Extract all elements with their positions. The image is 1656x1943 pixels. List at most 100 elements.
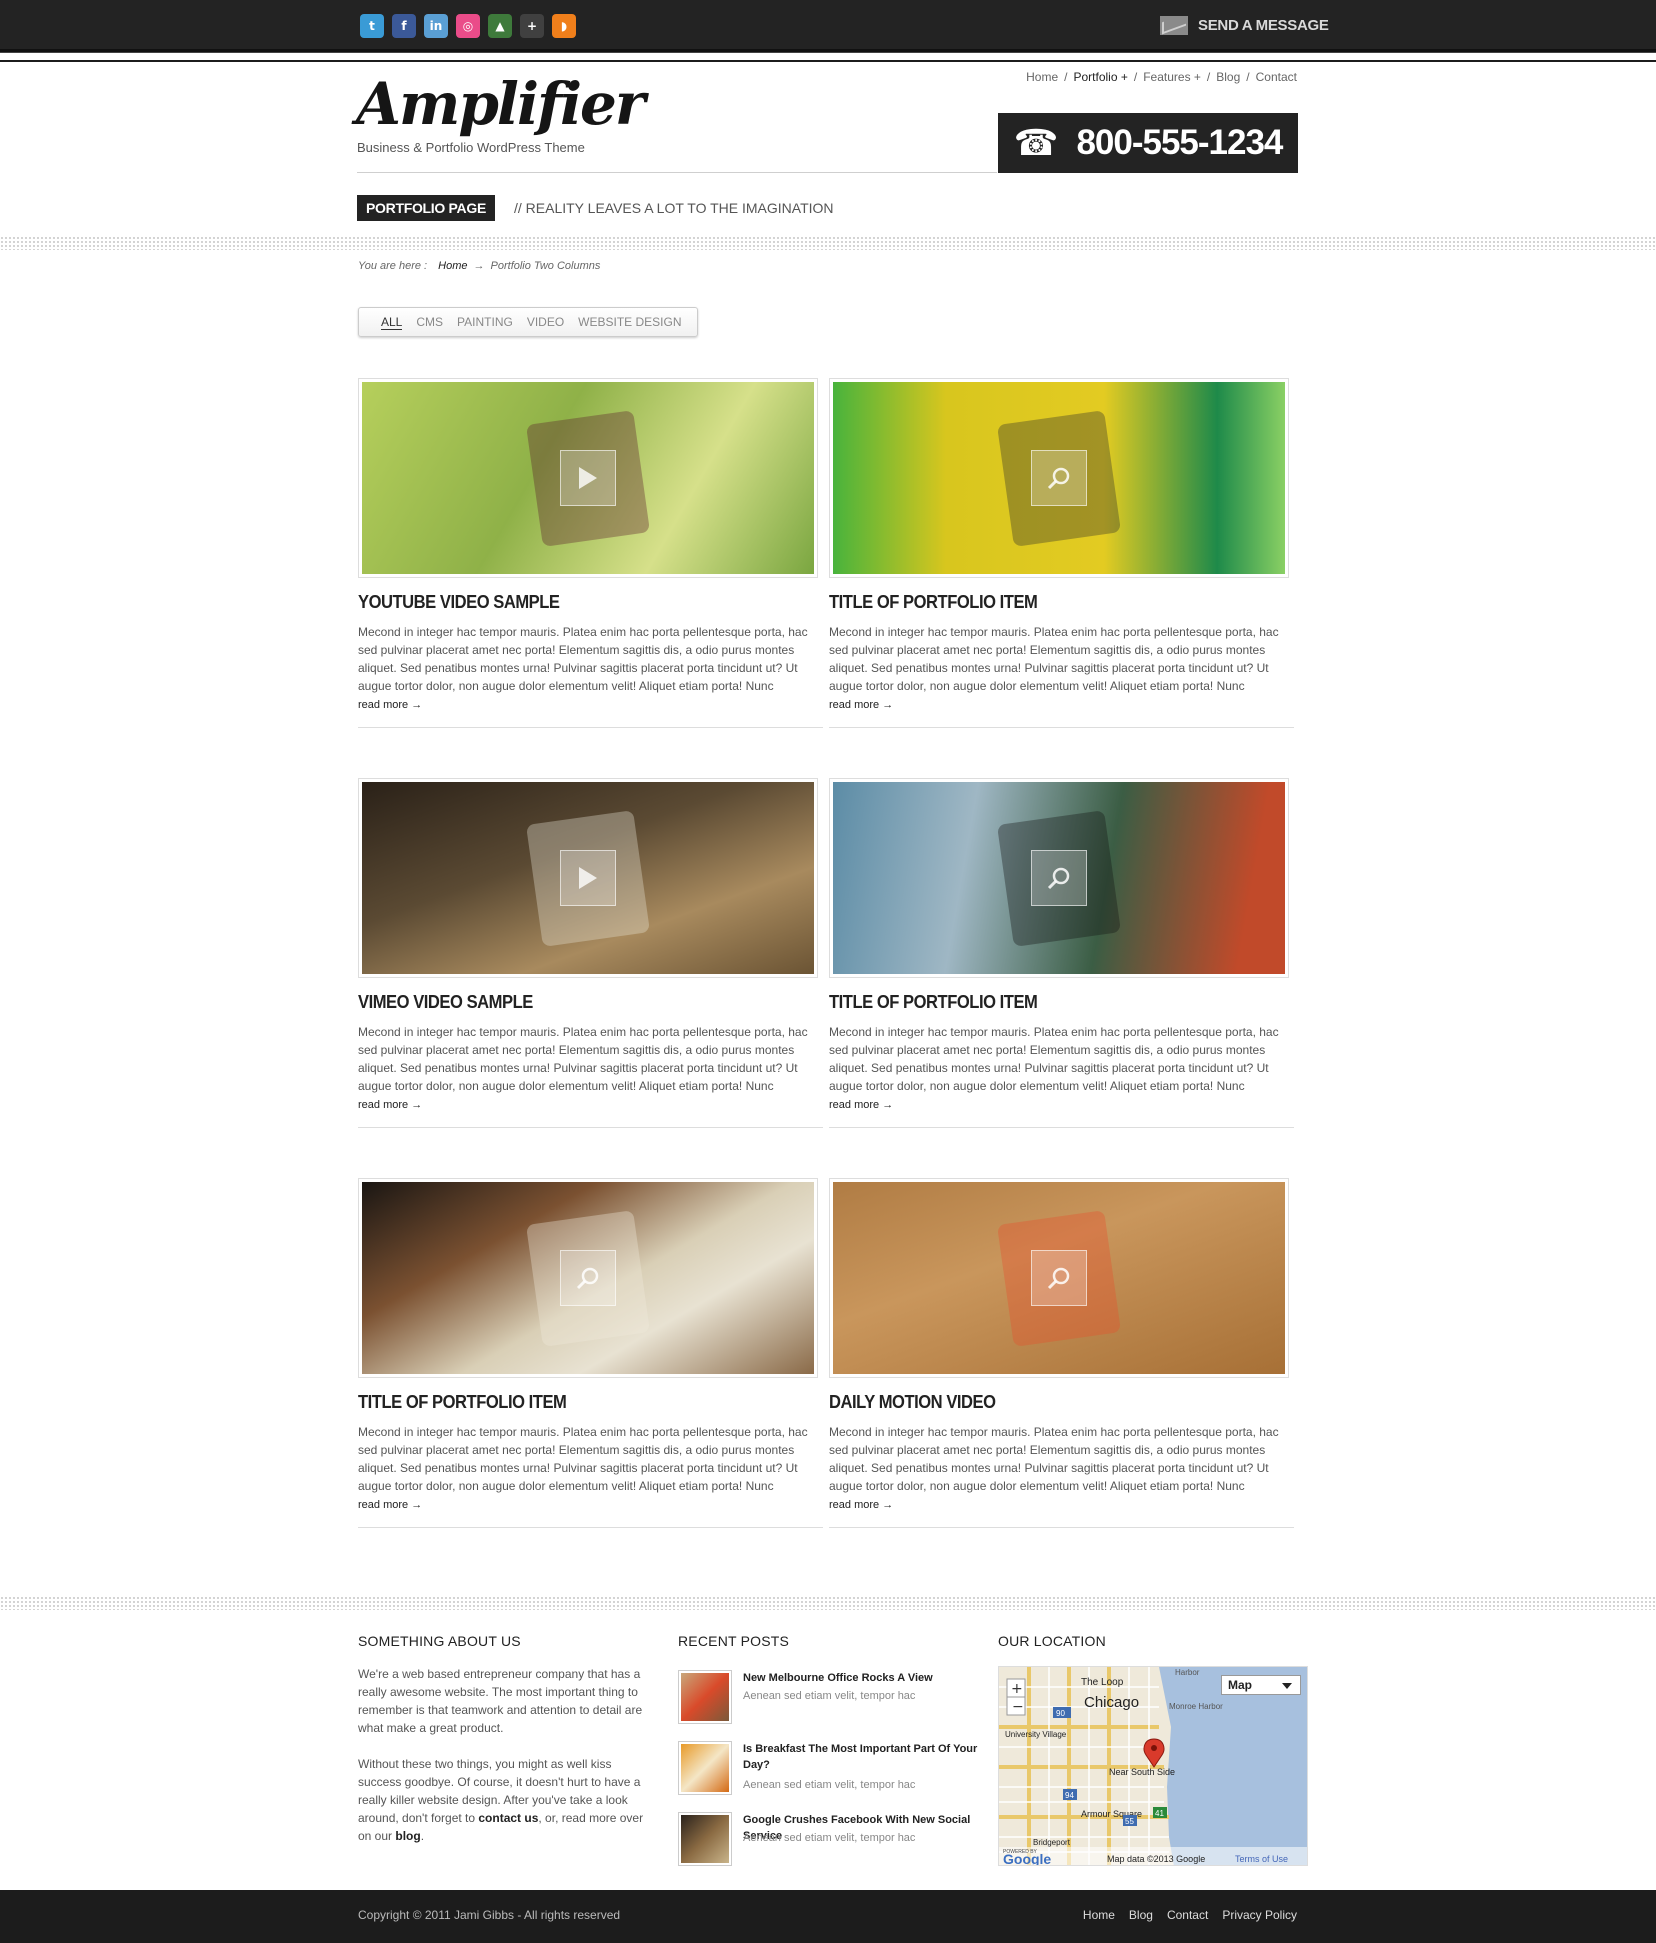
linkedin-icon[interactable]: in	[424, 14, 448, 38]
facebook-icon[interactable]: f	[392, 14, 416, 38]
portfolio-thumbnail[interactable]	[358, 1178, 818, 1378]
recent-post-thumbnail[interactable]	[678, 1741, 732, 1795]
map-label-near-south-side: Near South Side	[1109, 1767, 1175, 1777]
breadcrumb-current: Portfolio Two Columns	[490, 260, 601, 272]
zoom-icon[interactable]	[1031, 1250, 1087, 1306]
footer-link-privacy-policy[interactable]: Privacy Policy	[1222, 1908, 1297, 1922]
recent-post-thumbnail[interactable]	[678, 1812, 732, 1866]
filter-video[interactable]: VIDEO	[527, 315, 564, 329]
twitter-icon[interactable]: t	[360, 14, 384, 38]
footer-link-home[interactable]: Home	[1083, 1908, 1115, 1922]
read-more-link[interactable]: read more →	[358, 1499, 818, 1511]
portfolio-item: TITLE OF PORTFOLIO ITEM Mecond in integer…	[829, 778, 1294, 1128]
map-terms-link: Terms of Use	[1235, 1854, 1288, 1864]
portfolio-item-title[interactable]: TITLE OF PORTFOLIO ITEM	[358, 1392, 781, 1413]
filter-website-design[interactable]: WEBSITE DESIGN	[578, 315, 681, 329]
filter-all[interactable]: ALL	[381, 315, 403, 330]
svg-text:−: −	[1012, 1699, 1024, 1715]
item-divider	[358, 727, 823, 728]
item-divider	[829, 727, 1294, 728]
portfolio-thumbnail[interactable]	[829, 778, 1289, 978]
phone-box: ☎ 800-555-1234	[998, 113, 1298, 173]
item-divider	[829, 1127, 1294, 1128]
nav-item-home[interactable]: Home	[1026, 70, 1058, 84]
page-badge: PORTFOLIO PAGE	[357, 195, 495, 221]
portfolio-image	[362, 1182, 814, 1374]
recent-post: Google Crushes Facebook With New Social …	[678, 1812, 978, 1870]
recent-posts-title: RECENT POSTS	[678, 1633, 790, 1649]
nav-item-blog[interactable]: Blog	[1216, 70, 1240, 84]
send-message-label: Send a Message	[1198, 17, 1329, 34]
nav-item-features[interactable]: Features +	[1143, 70, 1201, 84]
forrst-icon[interactable]: ▲	[488, 14, 512, 38]
location-map[interactable]: The Loop Chicago University Village Near…	[998, 1666, 1308, 1866]
map-highway-94: 94	[1065, 1791, 1074, 1800]
filter-painting[interactable]: PAINTING	[457, 315, 513, 329]
zoom-icon[interactable]	[560, 1250, 616, 1306]
read-more-link[interactable]: read more →	[358, 1099, 818, 1111]
portfolio-image	[833, 382, 1285, 574]
zoom-icon[interactable]	[1031, 850, 1087, 906]
map-label-the-loop: The Loop	[1081, 1677, 1124, 1688]
play-icon[interactable]	[560, 450, 616, 506]
portfolio-thumbnail[interactable]	[358, 378, 818, 578]
portfolio-item: VIMEO VIDEO SAMPLE Mecond in integer hac …	[358, 778, 823, 1128]
recent-post-excerpt: Aenean sed etiam velit, tempor hac	[743, 1832, 916, 1844]
portfolio-image	[362, 382, 814, 574]
header-divider	[357, 172, 997, 173]
googleplus-icon[interactable]: +	[520, 14, 544, 38]
portfolio-item-text: Mecond in integer hac tempor mauris. Pla…	[358, 1025, 808, 1093]
blog-link[interactable]: blog	[395, 1829, 420, 1843]
nav-separator: /	[1133, 70, 1138, 84]
rss-icon[interactable]: ◗	[552, 14, 576, 38]
read-more-link[interactable]: read more →	[358, 699, 818, 711]
nav-separator: /	[1064, 70, 1068, 84]
portfolio-item: YOUTUBE VIDEO SAMPLE Mecond in integer ha…	[358, 378, 823, 728]
read-more-link[interactable]: read more →	[829, 699, 1289, 711]
portfolio-item-title[interactable]: TITLE OF PORTFOLIO ITEM	[829, 992, 1252, 1013]
send-message-link[interactable]: Send a Message	[1160, 16, 1329, 35]
portfolio-item-title[interactable]: VIMEO VIDEO SAMPLE	[358, 992, 781, 1013]
play-icon[interactable]	[560, 850, 616, 906]
recent-post-thumbnail[interactable]	[678, 1670, 732, 1724]
zoom-icon[interactable]	[1031, 450, 1087, 506]
portfolio-thumbnail[interactable]	[358, 778, 818, 978]
envelope-icon	[1160, 16, 1188, 35]
read-more-link[interactable]: read more →	[829, 1099, 1289, 1111]
recent-post-title[interactable]: Is Breakfast The Most Important Part Of …	[743, 1741, 983, 1773]
chevron-down-icon	[1282, 1683, 1292, 1694]
portfolio-image	[833, 782, 1285, 974]
portfolio-thumbnail[interactable]	[829, 378, 1289, 578]
portfolio-item-text: Mecond in integer hac tempor mauris. Pla…	[829, 1425, 1279, 1493]
portfolio-item-title[interactable]: YOUTUBE VIDEO SAMPLE	[358, 592, 781, 613]
page-slogan: // REALITY LEAVES A LOT TO THE IMAGINATI…	[514, 200, 834, 216]
footer-dotted-divider	[0, 1596, 1656, 1610]
recent-post: Is Breakfast The Most Important Part Of …	[678, 1741, 978, 1799]
portfolio-item-title[interactable]: TITLE OF PORTFOLIO ITEM	[829, 592, 1252, 613]
map-label-university-village: University Village	[1005, 1730, 1067, 1739]
dotted-divider	[0, 236, 1656, 250]
top-bar-divider	[0, 52, 1656, 62]
portfolio-item-text: Mecond in integer hac tempor mauris. Pla…	[358, 625, 808, 693]
recent-post-title[interactable]: New Melbourne Office Rocks A View	[743, 1670, 983, 1686]
footer-link-blog[interactable]: Blog	[1129, 1908, 1153, 1922]
map-label-monroe-harbor: Monroe Harbor	[1169, 1702, 1223, 1711]
read-more-link[interactable]: read more →	[829, 1499, 1289, 1511]
item-divider	[358, 1527, 823, 1528]
nav-item-contact[interactable]: Contact	[1256, 70, 1297, 84]
about-p2-c: .	[420, 1829, 425, 1843]
dribbble-icon[interactable]: ◎	[456, 14, 480, 38]
footer-link-contact[interactable]: Contact	[1167, 1908, 1208, 1922]
item-divider	[829, 1527, 1294, 1528]
breadcrumb-home[interactable]: Home	[438, 260, 467, 272]
contact-us-link[interactable]: contact us	[478, 1811, 538, 1825]
filter-cms[interactable]: CMS	[416, 315, 443, 329]
map-zoom-controls[interactable]: + −	[1006, 1678, 1026, 1716]
portfolio-thumbnail[interactable]	[829, 1178, 1289, 1378]
map-type-select[interactable]: Map	[1221, 1675, 1301, 1695]
map-label-chicago: Chicago	[1084, 1694, 1139, 1711]
portfolio-item-title[interactable]: DAILY MOTION VIDEO	[829, 1392, 1252, 1413]
nav-item-portfolio[interactable]: Portfolio +	[1074, 70, 1128, 84]
site-logo[interactable]: Amplifier	[356, 70, 645, 138]
main-nav: Home / Portfolio + / Features + / Blog / Contact	[995, 70, 1297, 84]
